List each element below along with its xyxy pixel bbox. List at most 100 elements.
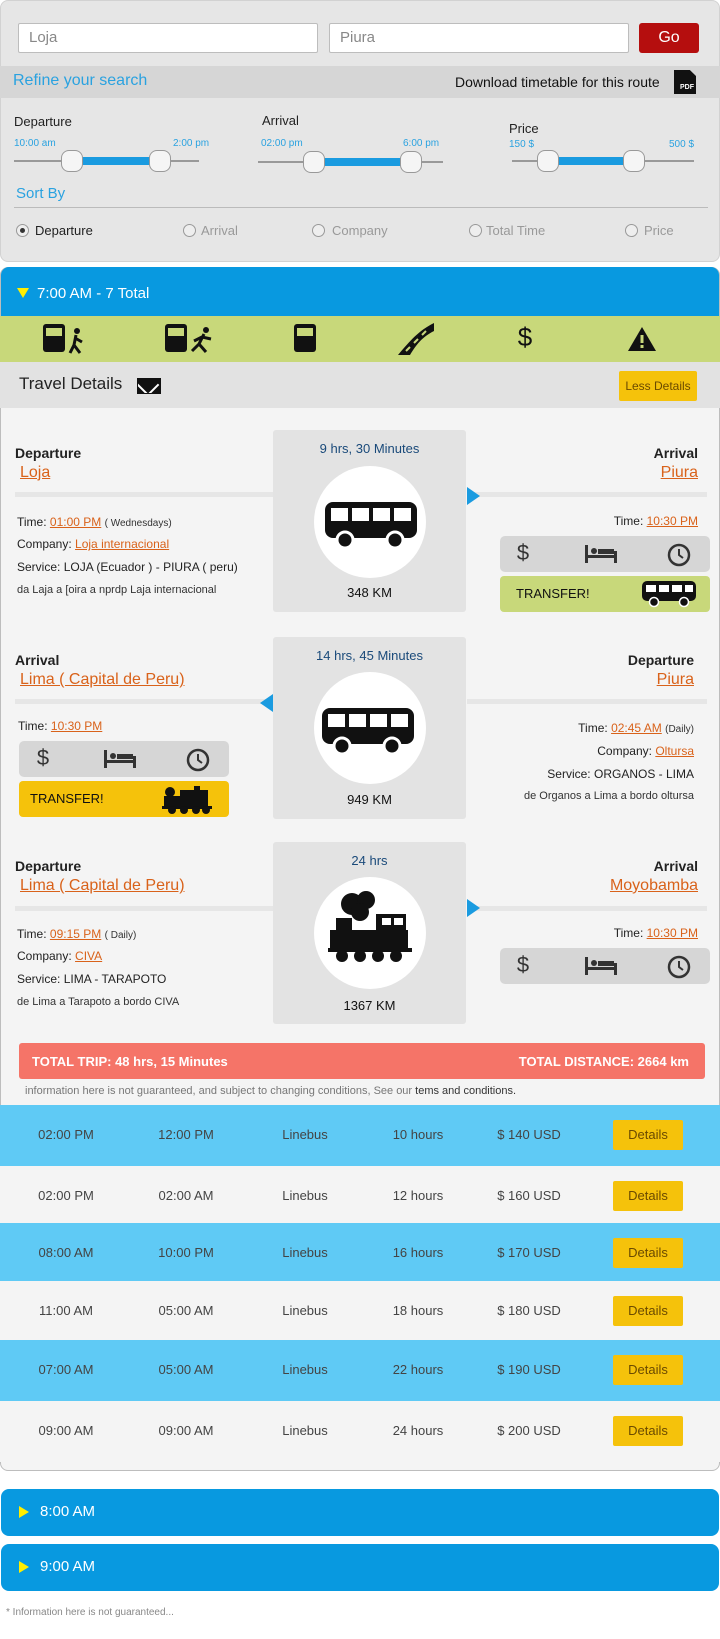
group-label-8am[interactable]: 8:00 AM: [40, 1503, 95, 1520]
to-input[interactable]: Piura: [329, 23, 629, 53]
leg3-right-place[interactable]: Moyobamba: [610, 877, 698, 895]
bus-running-icon[interactable]: [162, 321, 218, 357]
leg1-duration: 9 hrs, 30 Minutes: [319, 441, 420, 456]
sort-total-time-radio[interactable]: [469, 224, 482, 237]
leg3-dollar-icon[interactable]: $: [503, 952, 543, 978]
from-input[interactable]: Loja: [18, 23, 318, 53]
leg1-right-line: [467, 492, 707, 497]
total-trip-value: 48 hrs, 15 Minutes: [115, 1054, 228, 1069]
time-label: Time:: [17, 927, 47, 941]
arrival-slider-min-handle[interactable]: [303, 151, 325, 173]
leg2-right-place[interactable]: Piura: [657, 671, 694, 689]
company-label: Company:: [17, 949, 72, 963]
amenity-icon-strip: [0, 316, 720, 362]
leg1-dollar-icon[interactable]: $: [503, 540, 543, 566]
warning-icon[interactable]: [627, 325, 657, 353]
leg1-km: 348 KM: [347, 585, 392, 600]
row-details-button[interactable]: Details: [613, 1238, 683, 1268]
sort-arrival-radio[interactable]: [183, 224, 196, 237]
leg2-dep-time[interactable]: 02:45 AM: [611, 721, 662, 735]
leg1-clock-icon[interactable]: [667, 543, 691, 567]
leg1-bed-icon[interactable]: [584, 543, 618, 565]
leg1-left-place[interactable]: Loja: [20, 464, 50, 482]
leg3-arr-time-row: Time: 10:30 PM: [614, 926, 698, 940]
sort-departure-radio[interactable]: [16, 224, 29, 237]
sort-total-time-label[interactable]: Total Time: [486, 223, 545, 238]
sort-price-radio[interactable]: [625, 224, 638, 237]
leg3-dep-time[interactable]: 09:15 PM: [50, 927, 101, 941]
departure-slider-min-handle[interactable]: [61, 150, 83, 172]
group-label-9am[interactable]: 9:00 AM: [40, 1558, 95, 1575]
leg1-right-place[interactable]: Piura: [661, 464, 698, 482]
bus-icon[interactable]: [290, 321, 320, 357]
leg1-dep-time[interactable]: 01:00 PM: [50, 515, 101, 529]
leg3-arr-time[interactable]: 10:30 PM: [647, 926, 698, 940]
leg2-bus-icon: [322, 708, 414, 756]
leg2-duration: 14 hrs, 45 Minutes: [316, 648, 423, 663]
leg3-dep-freq: ( Daily): [104, 930, 137, 941]
row-departure: 09:00 AM: [38, 1423, 94, 1438]
footer-note: * Information here is not guaranteed...: [6, 1607, 174, 1618]
sort-company-label[interactable]: Company: [332, 223, 388, 238]
leg3-company[interactable]: CIVA: [75, 949, 102, 963]
leg2-company-row: Company: Oltursa: [597, 744, 694, 758]
group-label[interactable]: 7:00 AM - 7 Total: [37, 285, 149, 302]
download-timetable-link[interactable]: Download timetable for this route: [455, 74, 660, 90]
collapse-arrow-icon[interactable]: [17, 288, 29, 298]
sort-arrival-label[interactable]: Arrival: [201, 223, 238, 238]
leg3-clock-icon[interactable]: [667, 955, 691, 979]
leg2-bed-icon[interactable]: [103, 748, 137, 770]
travel-details-title: Travel Details: [19, 374, 123, 393]
row-details-button[interactable]: Details: [613, 1120, 683, 1150]
leg3-left-place[interactable]: Lima ( Capital de Peru): [20, 877, 185, 895]
sort-price-label[interactable]: Price: [644, 223, 674, 238]
mail-icon[interactable]: [137, 378, 161, 394]
leg1-dep-freq: ( Wednesdays): [104, 518, 172, 529]
leg2-note: de Organos a Lima a bordo oltursa: [524, 790, 694, 802]
time-label: Time:: [613, 514, 644, 528]
leg2-left-place[interactable]: Lima ( Capital de Peru): [20, 671, 185, 689]
row-departure: 08:00 AM: [38, 1245, 94, 1260]
expand-arrow-icon[interactable]: [19, 1561, 29, 1573]
row-details-button[interactable]: Details: [613, 1355, 683, 1385]
terms-link[interactable]: tems and conditions.: [415, 1085, 516, 1097]
leg3-bed-icon[interactable]: [584, 955, 618, 977]
leg2-company[interactable]: Oltursa: [655, 744, 694, 758]
less-details-button[interactable]: Less Details: [619, 371, 697, 401]
departure-slider-max-handle[interactable]: [149, 150, 171, 172]
leg3-direction-arrow-icon: [467, 899, 480, 917]
row-arrival: 02:00 AM: [158, 1188, 214, 1203]
arrival-slider-max-handle[interactable]: [400, 151, 422, 173]
leg2-arr-time[interactable]: 10:30 PM: [51, 719, 102, 733]
sort-company-radio[interactable]: [312, 224, 325, 237]
sort-by-title: Sort By: [16, 185, 66, 202]
leg2-clock-icon[interactable]: [186, 748, 210, 772]
leg1-transfer-label: TRANSFER!: [516, 586, 590, 601]
road-icon[interactable]: [396, 321, 436, 357]
price-slider-min-handle[interactable]: [537, 150, 559, 172]
row-price: $ 140 USD: [497, 1127, 561, 1142]
row-details-button[interactable]: Details: [613, 1296, 683, 1326]
group-header-9am[interactable]: [1, 1544, 719, 1591]
leg2-dollar-icon[interactable]: $: [23, 745, 63, 771]
leg2-km: 949 KM: [347, 792, 392, 807]
sort-departure-label[interactable]: Departure: [35, 223, 93, 238]
group-header-8am[interactable]: [1, 1489, 719, 1536]
price-filter-label: Price: [509, 121, 539, 136]
row-duration: 22 hours: [392, 1362, 444, 1377]
row-details-button[interactable]: Details: [613, 1416, 683, 1446]
price-slider-fill: [548, 157, 635, 165]
dollar-icon[interactable]: $: [510, 322, 540, 353]
leg1-arr-time[interactable]: 10:30 PM: [647, 514, 698, 528]
bus-walking-icon[interactable]: [40, 321, 96, 357]
pdf-icon[interactable]: PDF: [674, 70, 696, 94]
row-details-button[interactable]: Details: [613, 1181, 683, 1211]
expand-arrow-icon[interactable]: [19, 1506, 29, 1518]
row-price: $ 200 USD: [497, 1423, 561, 1438]
go-button[interactable]: Go: [639, 23, 699, 53]
price-slider-max-handle[interactable]: [623, 150, 645, 172]
arrival-slider-fill: [313, 158, 411, 166]
row-arrival: 05:00 AM: [158, 1303, 214, 1318]
leg1-company[interactable]: Loja internacional: [75, 537, 169, 551]
row-duration: 12 hours: [392, 1188, 444, 1203]
